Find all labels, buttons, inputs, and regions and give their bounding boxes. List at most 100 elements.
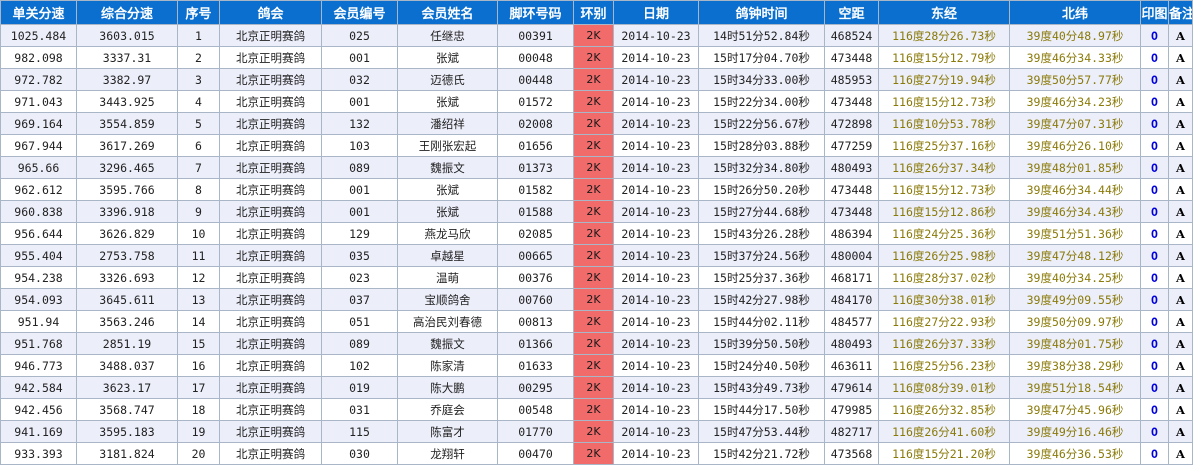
- cell-distance: 468171: [824, 266, 879, 289]
- cell-club: 北京正明赛鸽: [219, 222, 322, 245]
- print-link[interactable]: O: [1140, 112, 1169, 135]
- cell-date: 2014-10-23: [613, 112, 699, 135]
- print-link[interactable]: O: [1140, 442, 1169, 465]
- cell-rank: 10: [177, 222, 220, 245]
- cell-longitude: 116度30分38.01秒: [878, 288, 1010, 311]
- cell-clock-time: 15时28分03.88秒: [698, 134, 825, 157]
- print-link[interactable]: O: [1140, 90, 1169, 113]
- cell-note: A: [1168, 442, 1193, 465]
- cell-club: 北京正明赛鸽: [219, 90, 322, 113]
- cell-date: 2014-10-23: [613, 310, 699, 333]
- print-link[interactable]: O: [1140, 222, 1169, 245]
- print-link[interactable]: O: [1140, 200, 1169, 223]
- cell-distance: 473568: [824, 442, 879, 465]
- cell-longitude: 116度27分19.94秒: [878, 68, 1010, 91]
- cell-clock-time: 15时37分24.56秒: [698, 244, 825, 267]
- table-row: 965.66 3296.465 7 北京正明赛鸽 089 魏振文 01373 2K 2014-1…: [0, 156, 1193, 179]
- cell-combined-speed: 3626.829: [76, 222, 178, 245]
- print-link[interactable]: O: [1140, 156, 1169, 179]
- cell-distance: 473448: [824, 200, 879, 223]
- cell-rank: 14: [177, 310, 220, 333]
- print-link[interactable]: O: [1140, 420, 1169, 443]
- print-link[interactable]: O: [1140, 244, 1169, 267]
- cell-speed: 1025.484: [0, 24, 77, 47]
- cell-distance: 480004: [824, 244, 879, 267]
- cell-member-name: 张斌: [397, 90, 498, 113]
- cell-latitude: 39度48分01.75秒: [1009, 332, 1141, 355]
- cell-longitude: 116度26分32.85秒: [878, 398, 1010, 421]
- cell-club: 北京正明赛鸽: [219, 332, 322, 355]
- cell-latitude: 39度40分34.25秒: [1009, 266, 1141, 289]
- cell-member-no: 001: [321, 178, 398, 201]
- cell-member-name: 陈富才: [397, 420, 498, 443]
- table-row: 960.838 3396.918 9 北京正明赛鸽 001 张斌 01588 2K 2014-1…: [0, 200, 1193, 223]
- print-link[interactable]: O: [1140, 68, 1169, 91]
- cell-member-no: 032: [321, 68, 398, 91]
- cell-ring-type: 2K: [573, 222, 614, 245]
- cell-distance: 479985: [824, 398, 879, 421]
- header-rank: 序号: [177, 0, 220, 25]
- cell-latitude: 39度46分34.23秒: [1009, 90, 1141, 113]
- cell-ring-no: 01656: [497, 134, 574, 157]
- cell-member-name: 燕龙马欣: [397, 222, 498, 245]
- cell-club: 北京正明赛鸽: [219, 420, 322, 443]
- cell-clock-time: 15时43分26.28秒: [698, 222, 825, 245]
- print-link[interactable]: O: [1140, 354, 1169, 377]
- print-link[interactable]: O: [1140, 46, 1169, 69]
- cell-speed: 942.456: [0, 398, 77, 421]
- cell-longitude: 116度26分37.34秒: [878, 156, 1010, 179]
- cell-combined-speed: 3603.015: [76, 24, 178, 47]
- cell-note: A: [1168, 332, 1193, 355]
- print-link[interactable]: O: [1140, 310, 1169, 333]
- cell-latitude: 39度46分36.53秒: [1009, 442, 1141, 465]
- cell-longitude: 116度26分41.60秒: [878, 420, 1010, 443]
- cell-ring-no: 00376: [497, 266, 574, 289]
- cell-ring-type: 2K: [573, 310, 614, 333]
- cell-latitude: 39度49分16.46秒: [1009, 420, 1141, 443]
- cell-member-name: 张斌: [397, 200, 498, 223]
- cell-longitude: 116度15分12.73秒: [878, 178, 1010, 201]
- header-longitude: 东经: [878, 0, 1010, 25]
- cell-longitude: 116度26分25.98秒: [878, 244, 1010, 267]
- cell-latitude: 39度46分26.10秒: [1009, 134, 1141, 157]
- cell-speed: 972.782: [0, 68, 77, 91]
- print-link[interactable]: O: [1140, 178, 1169, 201]
- cell-distance: 468524: [824, 24, 879, 47]
- cell-speed: 962.612: [0, 178, 77, 201]
- print-link[interactable]: O: [1140, 24, 1169, 47]
- cell-note: A: [1168, 90, 1193, 113]
- cell-club: 北京正明赛鸽: [219, 266, 322, 289]
- cell-ring-no: 00760: [497, 288, 574, 311]
- cell-latitude: 39度40分48.97秒: [1009, 24, 1141, 47]
- cell-clock-time: 15时42分27.98秒: [698, 288, 825, 311]
- cell-latitude: 39度46分34.43秒: [1009, 200, 1141, 223]
- print-link[interactable]: O: [1140, 266, 1169, 289]
- cell-ring-no: 01572: [497, 90, 574, 113]
- cell-rank: 19: [177, 420, 220, 443]
- cell-clock-time: 15时44分17.50秒: [698, 398, 825, 421]
- cell-date: 2014-10-23: [613, 266, 699, 289]
- cell-club: 北京正明赛鸽: [219, 200, 322, 223]
- print-link[interactable]: O: [1140, 134, 1169, 157]
- print-link[interactable]: O: [1140, 288, 1169, 311]
- cell-club: 北京正明赛鸽: [219, 398, 322, 421]
- cell-distance: 482717: [824, 420, 879, 443]
- table-row: 956.644 3626.829 10 北京正明赛鸽 129 燕龙马欣 02085 2K 201…: [0, 222, 1193, 245]
- cell-ring-type: 2K: [573, 244, 614, 267]
- cell-note: A: [1168, 310, 1193, 333]
- cell-member-no: 035: [321, 244, 398, 267]
- cell-latitude: 39度50分09.97秒: [1009, 310, 1141, 333]
- print-link[interactable]: O: [1140, 332, 1169, 355]
- cell-club: 北京正明赛鸽: [219, 310, 322, 333]
- cell-latitude: 39度47分07.31秒: [1009, 112, 1141, 135]
- cell-note: A: [1168, 68, 1193, 91]
- print-link[interactable]: O: [1140, 376, 1169, 399]
- cell-combined-speed: 3554.859: [76, 112, 178, 135]
- cell-distance: 484577: [824, 310, 879, 333]
- cell-date: 2014-10-23: [613, 376, 699, 399]
- cell-date: 2014-10-23: [613, 222, 699, 245]
- cell-clock-time: 15时27分44.68秒: [698, 200, 825, 223]
- print-link[interactable]: O: [1140, 398, 1169, 421]
- cell-note: A: [1168, 178, 1193, 201]
- cell-date: 2014-10-23: [613, 288, 699, 311]
